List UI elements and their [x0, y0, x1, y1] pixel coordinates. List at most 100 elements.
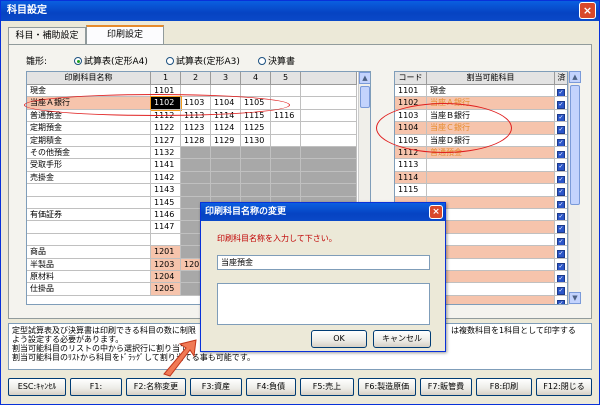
list-scrollbar[interactable]: ▲ ▼: [568, 71, 581, 305]
check-icon[interactable]: ✓: [557, 188, 565, 196]
check-icon[interactable]: ✓: [557, 262, 565, 270]
list-done[interactable]: ✓: [555, 147, 567, 160]
list-name[interactable]: [427, 184, 555, 197]
list-name[interactable]: [427, 171, 555, 185]
check-icon[interactable]: ✓: [557, 138, 565, 146]
grid-row-name[interactable]: [27, 233, 151, 247]
list-name[interactable]: [427, 295, 555, 304]
list-done[interactable]: ✓: [555, 234, 567, 247]
list-done[interactable]: ✓: [555, 283, 567, 296]
grid-cell[interactable]: [181, 184, 211, 197]
grid-cell[interactable]: 1116: [271, 109, 301, 123]
grid-cell[interactable]: [211, 184, 241, 197]
grid-cell[interactable]: [211, 171, 241, 185]
check-icon[interactable]: ✓: [557, 237, 565, 246]
check-icon[interactable]: ✓: [557, 275, 565, 283]
list-name[interactable]: [427, 159, 555, 172]
grid-cell[interactable]: 1145: [151, 196, 181, 209]
grid-cell[interactable]: 1128: [181, 134, 211, 147]
cancel-button[interactable]: キャンセル: [373, 330, 431, 348]
scroll-down-icon[interactable]: ▼: [569, 292, 581, 304]
grid-cell[interactable]: [211, 159, 241, 172]
grid-cell[interactable]: [181, 159, 211, 172]
check-icon[interactable]: ✓: [557, 287, 565, 295]
list-done[interactable]: ✓: [555, 135, 567, 147]
list-done[interactable]: ✓: [555, 159, 567, 172]
check-icon[interactable]: ✓: [557, 213, 565, 221]
fkey-button[interactable]: F8:印刷: [476, 378, 532, 396]
check-icon[interactable]: ✓: [557, 151, 565, 159]
grid-cell[interactable]: [241, 85, 271, 98]
list-done[interactable]: ✓: [555, 110, 567, 123]
list-done[interactable]: ✓: [555, 97, 567, 110]
list-code[interactable]: 1101: [395, 85, 427, 98]
fkey-button[interactable]: F7:販管費: [420, 378, 472, 396]
dialog-close-icon[interactable]: ×: [429, 205, 443, 219]
grid-cell[interactable]: 1127: [151, 134, 181, 147]
fkey-button[interactable]: F5:売上: [300, 378, 354, 396]
fkey-button[interactable]: F6:製造原価: [358, 378, 416, 396]
fkey-button[interactable]: F4:負債: [246, 378, 296, 396]
grid-row-name[interactable]: 受取手形: [27, 159, 151, 172]
check-icon[interactable]: ✓: [557, 250, 565, 258]
grid-cell[interactable]: [271, 159, 301, 172]
check-icon[interactable]: ✓: [557, 175, 565, 184]
check-icon[interactable]: ✓: [557, 299, 565, 304]
grid-cell[interactable]: [211, 147, 241, 160]
grid-row-name[interactable]: 商品: [27, 246, 151, 259]
list-code[interactable]: 1114: [395, 171, 427, 185]
list-done[interactable]: ✓: [555, 85, 567, 98]
grid-cell[interactable]: 1147: [151, 221, 181, 234]
check-icon[interactable]: ✓: [557, 126, 565, 134]
check-icon[interactable]: ✓: [557, 163, 565, 171]
grid-cell[interactable]: [241, 147, 271, 160]
scroll-thumb[interactable]: [570, 85, 580, 205]
grid-cell[interactable]: 1130: [241, 134, 271, 147]
grid-row-name[interactable]: [27, 221, 151, 234]
fkey-button[interactable]: F2:名称変更: [126, 378, 186, 396]
list-done[interactable]: ✓: [555, 172, 567, 185]
list-code[interactable]: 1115: [395, 184, 427, 197]
check-icon[interactable]: ✓: [557, 101, 565, 109]
grid-cell[interactable]: [271, 122, 301, 135]
grid-cell[interactable]: 1132: [151, 147, 181, 160]
list-name[interactable]: 現金: [427, 85, 555, 98]
grid-cell[interactable]: [241, 171, 271, 185]
grid-cell[interactable]: 1201: [151, 246, 181, 259]
grid-cell[interactable]: [271, 85, 301, 98]
check-icon[interactable]: ✓: [557, 200, 565, 208]
list-done[interactable]: ✓: [555, 246, 567, 259]
check-icon[interactable]: ✓: [557, 113, 565, 122]
grid-cell[interactable]: 1129: [211, 134, 241, 147]
radio-financial-statement[interactable]: 決算書: [258, 56, 295, 68]
dialog-text-area[interactable]: [217, 283, 430, 325]
check-icon[interactable]: ✓: [557, 89, 565, 97]
fkey-button[interactable]: F3:資産: [190, 378, 242, 396]
list-done[interactable]: ✓: [555, 221, 567, 234]
close-icon[interactable]: ×: [579, 2, 596, 19]
grid-cell[interactable]: 1122: [151, 122, 181, 135]
scroll-thumb[interactable]: [360, 86, 370, 108]
grid-cell[interactable]: [181, 171, 211, 185]
fkey-button[interactable]: ESC:ｷｬﾝｾﾙ: [8, 378, 66, 396]
grid-cell[interactable]: 1204: [151, 271, 181, 284]
list-done[interactable]: ✓: [555, 184, 567, 197]
list-name[interactable]: [427, 233, 555, 247]
list-done[interactable]: ✓: [555, 209, 567, 222]
list-name[interactable]: 積金: [427, 258, 555, 271]
grid-cell[interactable]: [271, 171, 301, 185]
grid-cell[interactable]: 1203: [151, 258, 181, 271]
grid-cell[interactable]: 1143: [151, 184, 181, 197]
grid-cell[interactable]: [241, 159, 271, 172]
grid-row-name[interactable]: [27, 196, 151, 209]
list-code[interactable]: 1113: [395, 159, 427, 172]
grid-cell[interactable]: [151, 233, 181, 247]
grid-row-name[interactable]: 定期預金: [27, 122, 151, 135]
grid-row-name[interactable]: 原材料: [27, 271, 151, 284]
check-icon[interactable]: ✓: [557, 225, 565, 233]
ok-button[interactable]: OK: [311, 330, 367, 348]
tab-print-settings[interactable]: 印刷設定: [86, 25, 164, 45]
list-done[interactable]: ✓: [555, 296, 567, 304]
grid-row-name[interactable]: 売掛金: [27, 171, 151, 185]
grid-cell[interactable]: 1125: [241, 122, 271, 135]
